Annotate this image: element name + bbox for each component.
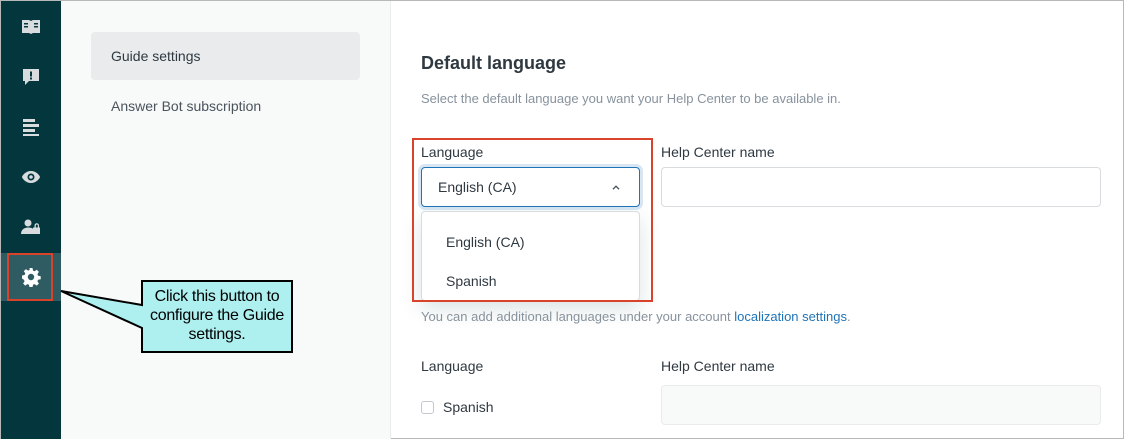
subnav-item-answer-bot-subscription[interactable]: Answer Bot subscription bbox=[91, 82, 360, 130]
section-description: Select the default language you want you… bbox=[421, 91, 841, 106]
dropdown-option-spanish[interactable]: Spanish bbox=[422, 261, 639, 300]
user-permissions-icon bbox=[21, 219, 40, 234]
dropdown-option-english-ca[interactable]: English (CA) bbox=[422, 222, 639, 261]
spanish-checkbox-label: Spanish bbox=[443, 399, 494, 415]
help-center-name-label: Help Center name bbox=[661, 144, 775, 160]
preview-eye-icon bbox=[22, 171, 40, 183]
language-select[interactable]: English (CA) bbox=[421, 167, 640, 207]
help-center-name-input[interactable] bbox=[661, 167, 1101, 207]
language-select-value: English (CA) bbox=[438, 179, 517, 195]
localization-hint: You can add additional languages under y… bbox=[421, 309, 851, 324]
rail-item-settings[interactable] bbox=[1, 253, 61, 301]
subnav-item-guide-settings[interactable]: Guide settings bbox=[91, 32, 360, 80]
product-icon-rail bbox=[1, 1, 61, 439]
section-heading: Default language bbox=[421, 53, 567, 73]
rail-item-arrange[interactable] bbox=[1, 103, 61, 151]
additional-help-center-name-label: Help Center name bbox=[661, 358, 775, 374]
content-alert-icon bbox=[23, 69, 39, 85]
spanish-language-row: Spanish bbox=[421, 399, 494, 415]
localization-settings-link[interactable]: localization settings bbox=[734, 309, 847, 324]
additional-language-label: Language bbox=[421, 358, 484, 374]
rail-item-guide[interactable] bbox=[1, 3, 61, 51]
chevron-up-icon bbox=[612, 185, 620, 190]
arrange-content-icon bbox=[23, 119, 39, 136]
language-label: Language bbox=[421, 144, 484, 160]
language-dropdown-menu: English (CA) Spanish bbox=[421, 211, 640, 301]
default-language-panel: Default language Select the default lang… bbox=[391, 1, 1124, 439]
callout-text: Click this button to configure the Guide… bbox=[150, 288, 284, 343]
rail-item-alerts[interactable] bbox=[1, 53, 61, 101]
guide-articles-icon bbox=[22, 20, 40, 34]
spanish-checkbox[interactable] bbox=[421, 400, 434, 414]
settings-subnav: Guide settings Answer Bot subscription bbox=[61, 1, 391, 439]
window-frame: Guide settings Answer Bot subscription D… bbox=[0, 0, 1124, 439]
hint-text: You can add additional languages under y… bbox=[421, 309, 735, 324]
settings-gear-icon bbox=[22, 268, 41, 287]
hint-period: . bbox=[846, 309, 851, 324]
rail-item-preview[interactable] bbox=[1, 153, 61, 201]
rail-item-user-permissions[interactable] bbox=[1, 203, 61, 251]
spanish-help-center-name-input[interactable] bbox=[661, 385, 1101, 425]
